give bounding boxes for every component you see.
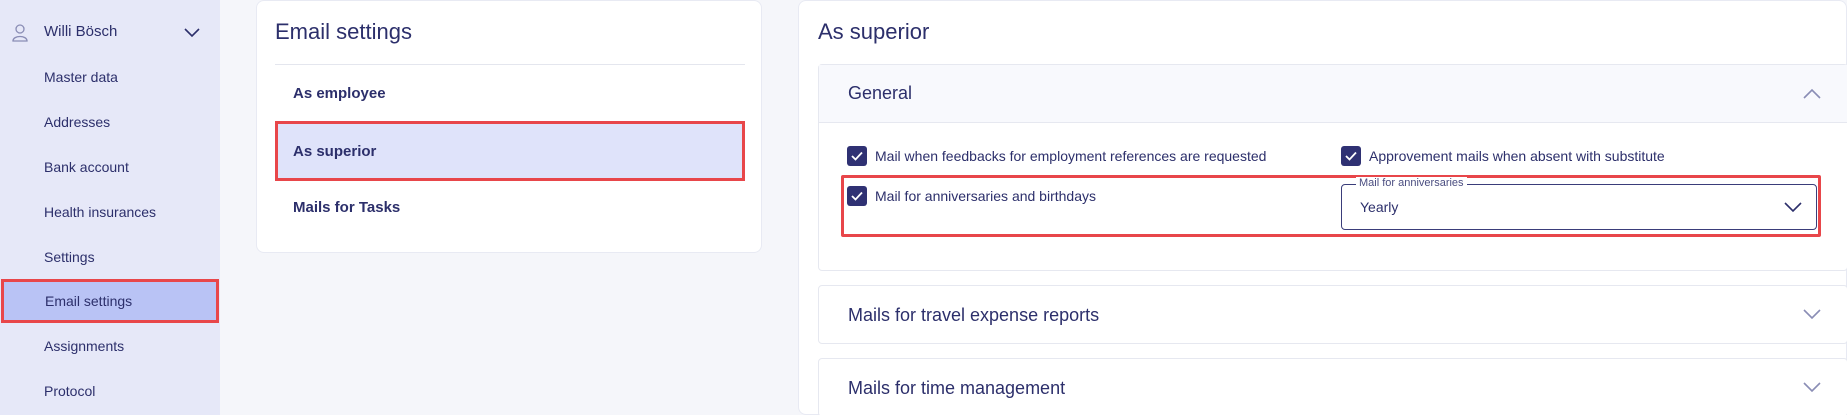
accordion-title: Mails for time management bbox=[848, 377, 1066, 398]
accordion-travel-expense[interactable]: Mails for travel expense reports bbox=[818, 285, 1847, 344]
checkmark-icon bbox=[1345, 151, 1357, 161]
sidebar-item-settings[interactable]: Settings bbox=[0, 235, 220, 279]
chevron-down-icon bbox=[1803, 309, 1821, 320]
chevron-down-icon[interactable] bbox=[184, 28, 200, 38]
accordion-time-management[interactable]: Mails for time management bbox=[818, 358, 1847, 415]
detail-title: As superior bbox=[818, 19, 930, 44]
email-settings-card: Email settings As employee As superior M… bbox=[256, 0, 762, 253]
checkbox-label: Mail for anniversaries and birthdays bbox=[875, 188, 1096, 204]
checkbox-approvement-row[interactable]: Approvement mails when absent with subst… bbox=[1341, 146, 1665, 166]
checkmark-icon bbox=[851, 191, 863, 201]
menu-item-label: Mails for Tasks bbox=[293, 198, 401, 216]
sidebar-item-bank-account[interactable]: Bank account bbox=[0, 145, 220, 189]
sidebar-item-health-insurances[interactable]: Health insurances bbox=[0, 190, 220, 234]
accordion-title: Mails for travel expense reports bbox=[848, 304, 1100, 325]
accordion-time-management-header[interactable]: Mails for time management bbox=[819, 359, 1847, 415]
checkbox-label: Approvement mails when absent with subst… bbox=[1369, 148, 1665, 164]
sidebar-item-label: Assignments bbox=[44, 338, 125, 354]
chevron-down-icon bbox=[1784, 202, 1802, 213]
sidebar-item-label: Settings bbox=[44, 249, 95, 265]
accordion-general-header[interactable]: General bbox=[819, 65, 1847, 123]
menu-item-mails-for-tasks[interactable]: Mails for Tasks bbox=[275, 178, 745, 236]
checkbox-approvement[interactable] bbox=[1341, 146, 1361, 166]
sidebar-item-assignments[interactable]: Assignments bbox=[0, 324, 220, 368]
checkbox-feedbacks-row[interactable]: Mail when feedbacks for employment refer… bbox=[847, 146, 1266, 166]
sidebar-item-label: Addresses bbox=[44, 114, 111, 130]
select-label: Mail for anniversaries bbox=[1356, 177, 1467, 189]
menu-item-as-employee[interactable]: As employee bbox=[275, 64, 745, 122]
sidebar-user-toggle[interactable]: Willi Bösch bbox=[0, 10, 220, 54]
checkmark-icon bbox=[851, 151, 863, 161]
accordion-general: General Mail when feedbacks for employme… bbox=[818, 64, 1847, 271]
checkbox-anniversaries-row[interactable]: Mail for anniversaries and birthdays bbox=[847, 186, 1096, 206]
menu-item-as-superior[interactable]: As superior bbox=[275, 121, 745, 181]
select-value: Yearly bbox=[1360, 199, 1399, 215]
checkbox-feedbacks[interactable] bbox=[847, 146, 867, 166]
sidebar-item-label: Email settings bbox=[45, 293, 133, 309]
accordion-title: General bbox=[848, 83, 913, 103]
user-icon bbox=[12, 24, 28, 42]
anniversary-select[interactable]: Mail for anniversaries Yearly bbox=[1341, 177, 1817, 230]
sidebar-user-name: Willi Bösch bbox=[44, 23, 118, 40]
sidebar-item-label: Health insurances bbox=[44, 204, 157, 220]
sidebar-item-label: Master data bbox=[44, 69, 118, 85]
chevron-down-icon bbox=[1803, 382, 1821, 393]
menu-item-label: As employee bbox=[293, 84, 386, 102]
menu-item-label: As superior bbox=[293, 142, 377, 160]
sidebar-item-email-settings[interactable]: Email settings bbox=[1, 279, 219, 323]
accordion-travel-expense-header[interactable]: Mails for travel expense reports bbox=[819, 286, 1847, 344]
sidebar-item-label: Bank account bbox=[44, 159, 129, 175]
sidebar-item-protocol[interactable]: Protocol bbox=[0, 369, 220, 413]
checkbox-anniversaries[interactable] bbox=[847, 186, 867, 206]
sidebar-item-addresses[interactable]: Addresses bbox=[0, 100, 220, 144]
detail-panel: As superior General Mail when feedbacks … bbox=[798, 0, 1847, 415]
checkbox-label: Mail when feedbacks for employment refer… bbox=[875, 148, 1267, 164]
sidebar: Willi Bösch Master data Addresses Bank a… bbox=[0, 0, 220, 415]
chevron-up-icon bbox=[1803, 88, 1821, 99]
email-settings-title: Email settings bbox=[275, 19, 412, 44]
sidebar-item-master-data[interactable]: Master data bbox=[0, 55, 220, 99]
sidebar-item-label: Protocol bbox=[44, 383, 96, 399]
